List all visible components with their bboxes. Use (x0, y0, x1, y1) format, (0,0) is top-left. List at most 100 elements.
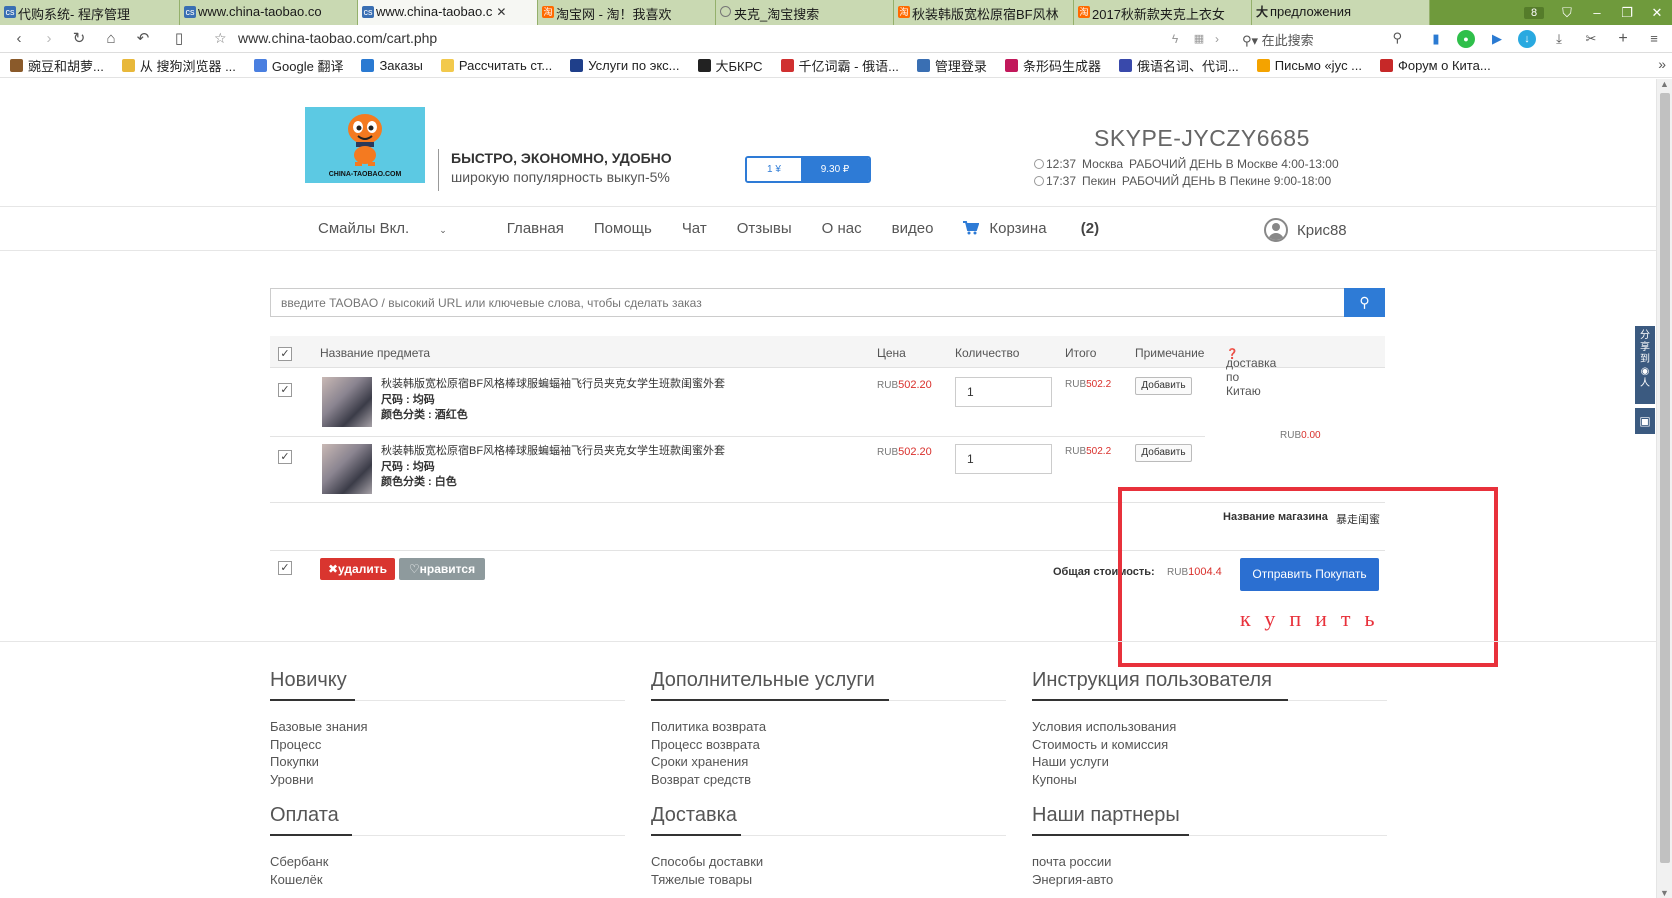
item-checkbox[interactable]: ✓ (278, 450, 292, 464)
download-manager-icon[interactable]: ↓ (1518, 30, 1536, 48)
footer-link[interactable]: Политика возврата (651, 718, 1006, 736)
select-all-checkbox[interactable]: ✓ (278, 347, 292, 361)
bookmark-item[interactable]: Рассчитать ст... (440, 54, 552, 77)
browser-tab[interactable]: 淘 2017秋新款夹克上衣女 (1074, 0, 1252, 25)
footer-link[interactable]: Условия использования (1032, 718, 1387, 736)
footer-link[interactable]: Сбербанк (270, 853, 625, 871)
browser-tab[interactable]: 淘淘宝网 - 淘！我喜欢 (538, 0, 716, 25)
scrollbar-thumb[interactable] (1660, 93, 1670, 863)
item-thumbnail[interactable] (322, 377, 372, 427)
restore-icon[interactable]: ❐ (1612, 5, 1642, 21)
nav-about[interactable]: О нас (822, 220, 862, 237)
menu-icon[interactable]: ≡ (1645, 30, 1663, 48)
bookmark-item[interactable]: Google 翻译 (253, 54, 343, 77)
bookmark-item[interactable]: Письмо «jyc ... (1256, 54, 1362, 77)
back-icon[interactable]: ‹ (10, 30, 28, 48)
browser-tab[interactable]: 大 предложения (1252, 0, 1430, 25)
nav-chat[interactable]: Чат (682, 220, 707, 237)
nav-help[interactable]: Помощь (594, 220, 652, 237)
footer-link[interactable]: Тяжелые товары (651, 871, 1006, 889)
bookmark-item[interactable]: 管理登录 (916, 54, 987, 77)
undo-icon[interactable]: ↶ (134, 30, 152, 48)
site-logo[interactable]: CHINA-TAOBAO.COM (305, 107, 425, 183)
delete-button[interactable]: ✖удалить (320, 558, 395, 580)
user-menu[interactable]: Крис88 (1264, 218, 1347, 242)
bookmark-item[interactable]: Услуги по экс... (570, 54, 680, 77)
forward-icon[interactable]: › (40, 30, 58, 48)
footer-link[interactable]: Возврат средств (651, 771, 1006, 789)
bookmark-star-icon[interactable]: ☆ (214, 30, 227, 47)
home-icon[interactable]: ⌂ (102, 30, 120, 48)
play-icon[interactable]: ▶ (1488, 30, 1506, 48)
bookmark-icon[interactable]: ▮ (1427, 30, 1445, 48)
download-icon[interactable]: ⤓ (1550, 30, 1568, 48)
footer-link[interactable]: Уровни (270, 771, 625, 789)
nav-video[interactable]: видео (892, 220, 934, 237)
scissors-icon[interactable]: ✂ (1582, 30, 1600, 48)
browser-tab-active[interactable]: cs www.china-taobao.c ✕ (358, 0, 538, 25)
reload-icon[interactable]: ↻ (70, 30, 88, 48)
bookmark-item[interactable]: 俄语名词、代词... (1118, 54, 1239, 77)
bookmark-item[interactable]: 大БКРС (697, 54, 763, 77)
footer-link[interactable]: Энергия-авто (1032, 871, 1387, 889)
bookmark-item[interactable]: Форум о Кита... (1380, 54, 1491, 77)
item-title[interactable]: 秋装韩版宽松原宿BF风格棒球服蝙蝠袖飞行员夹克女学生班款闺蜜外套 (381, 375, 725, 391)
footer-link[interactable]: Процесс возврата (651, 736, 1006, 754)
skype-contact[interactable]: SKYPE-JYCZY6685 (1094, 125, 1310, 152)
item-title[interactable]: 秋装韩版宽松原宿BF风格棒球服蝙蝠袖飞行员夹克女学生班款闺蜜外套 (381, 442, 725, 458)
footer-link[interactable]: почта россии (1032, 853, 1387, 871)
footer-link[interactable]: Способы доставки (651, 853, 1006, 871)
reader-icon[interactable]: ▯ (170, 30, 188, 48)
select-all-bottom-checkbox[interactable]: ✓ (278, 561, 292, 575)
bookmark-item[interactable]: Заказы (361, 54, 423, 77)
nav-home[interactable]: Главная (507, 220, 564, 237)
like-button[interactable]: ♡нравится (399, 558, 485, 580)
side-toolbar[interactable]: 分享到 ◉ 人 (1635, 326, 1655, 404)
qr-icon[interactable]: ▦ (1190, 30, 1208, 48)
close-window-icon[interactable]: ✕ (1642, 5, 1672, 21)
tab-count-badge[interactable]: 8 (1524, 6, 1544, 19)
footer-link[interactable]: Кошелёк (270, 871, 625, 889)
nav-smileys[interactable]: Смайлы Вкл. ⌄ (318, 220, 477, 237)
close-tab-icon[interactable]: ✕ (496, 5, 506, 19)
footer-link[interactable]: Покупки (270, 753, 625, 771)
bookmark-item[interactable]: 条形码生成器 (1004, 54, 1101, 77)
browser-tab[interactable]: 淘秋装韩版宽松原宿BF风林 (894, 0, 1074, 25)
nav-cart[interactable]: Корзина (2) (963, 220, 1099, 237)
side-feedback-icon[interactable]: ▣ (1635, 408, 1655, 434)
browser-tab[interactable]: 夹克_淘宝搜索 (716, 0, 894, 25)
scroll-up-icon[interactable]: ▲ (1660, 79, 1669, 89)
item-checkbox[interactable]: ✓ (278, 383, 292, 397)
footer-link[interactable]: Сроки хранения (651, 753, 1006, 771)
footer-link[interactable]: Процесс (270, 736, 625, 754)
wechat-icon[interactable]: ● (1457, 30, 1475, 48)
quantity-input[interactable]: 1 (955, 444, 1052, 474)
minimize-icon[interactable]: – (1582, 5, 1612, 20)
footer-link[interactable]: Стоимость и комиссия (1032, 736, 1387, 754)
item-thumbnail[interactable] (322, 444, 372, 494)
bookmark-item[interactable]: 从 搜狗浏览器 ... (121, 54, 236, 77)
bookmarks-overflow-icon[interactable]: » (1658, 56, 1666, 72)
order-search-input[interactable] (271, 289, 1345, 316)
add-note-button[interactable]: Добавить (1135, 444, 1192, 462)
search-icon[interactable]: ⚲ (1392, 30, 1402, 46)
browser-search[interactable]: ⚲▾ 在此搜索 ⚲ (1242, 30, 1402, 48)
footer-link[interactable]: Базовые знания (270, 718, 625, 736)
order-search-button[interactable]: ⚲ (1344, 288, 1385, 317)
nav-reviews[interactable]: Отзывы (737, 220, 792, 237)
bookmark-item[interactable]: 千亿词霸 - 俄语... (780, 54, 899, 77)
add-note-button[interactable]: Добавить (1135, 377, 1192, 395)
browser-tab[interactable]: cs 代购系统- 程序管理 (0, 0, 180, 25)
url-field[interactable]: www.china-taobao.com/cart.php (238, 30, 437, 46)
new-tab-icon[interactable]: + (1614, 30, 1632, 48)
footer-link[interactable]: Наши услуги (1032, 753, 1387, 771)
browser-tab[interactable]: cs www.china-taobao.co (180, 0, 358, 25)
shirt-icon[interactable]: ⛉ (1552, 5, 1582, 21)
scroll-down-icon[interactable]: ▼ (1660, 888, 1669, 898)
quantity-input[interactable]: 1 (955, 377, 1052, 407)
bookmark-item[interactable]: 豌豆和胡萝... (10, 54, 104, 77)
chevron-right-icon[interactable]: › (1208, 30, 1226, 48)
page-scrollbar[interactable]: ▲ ▼ (1656, 79, 1672, 898)
footer-link[interactable]: Купоны (1032, 771, 1387, 789)
search-engine-icon[interactable]: ⚲▾ (1242, 33, 1262, 48)
